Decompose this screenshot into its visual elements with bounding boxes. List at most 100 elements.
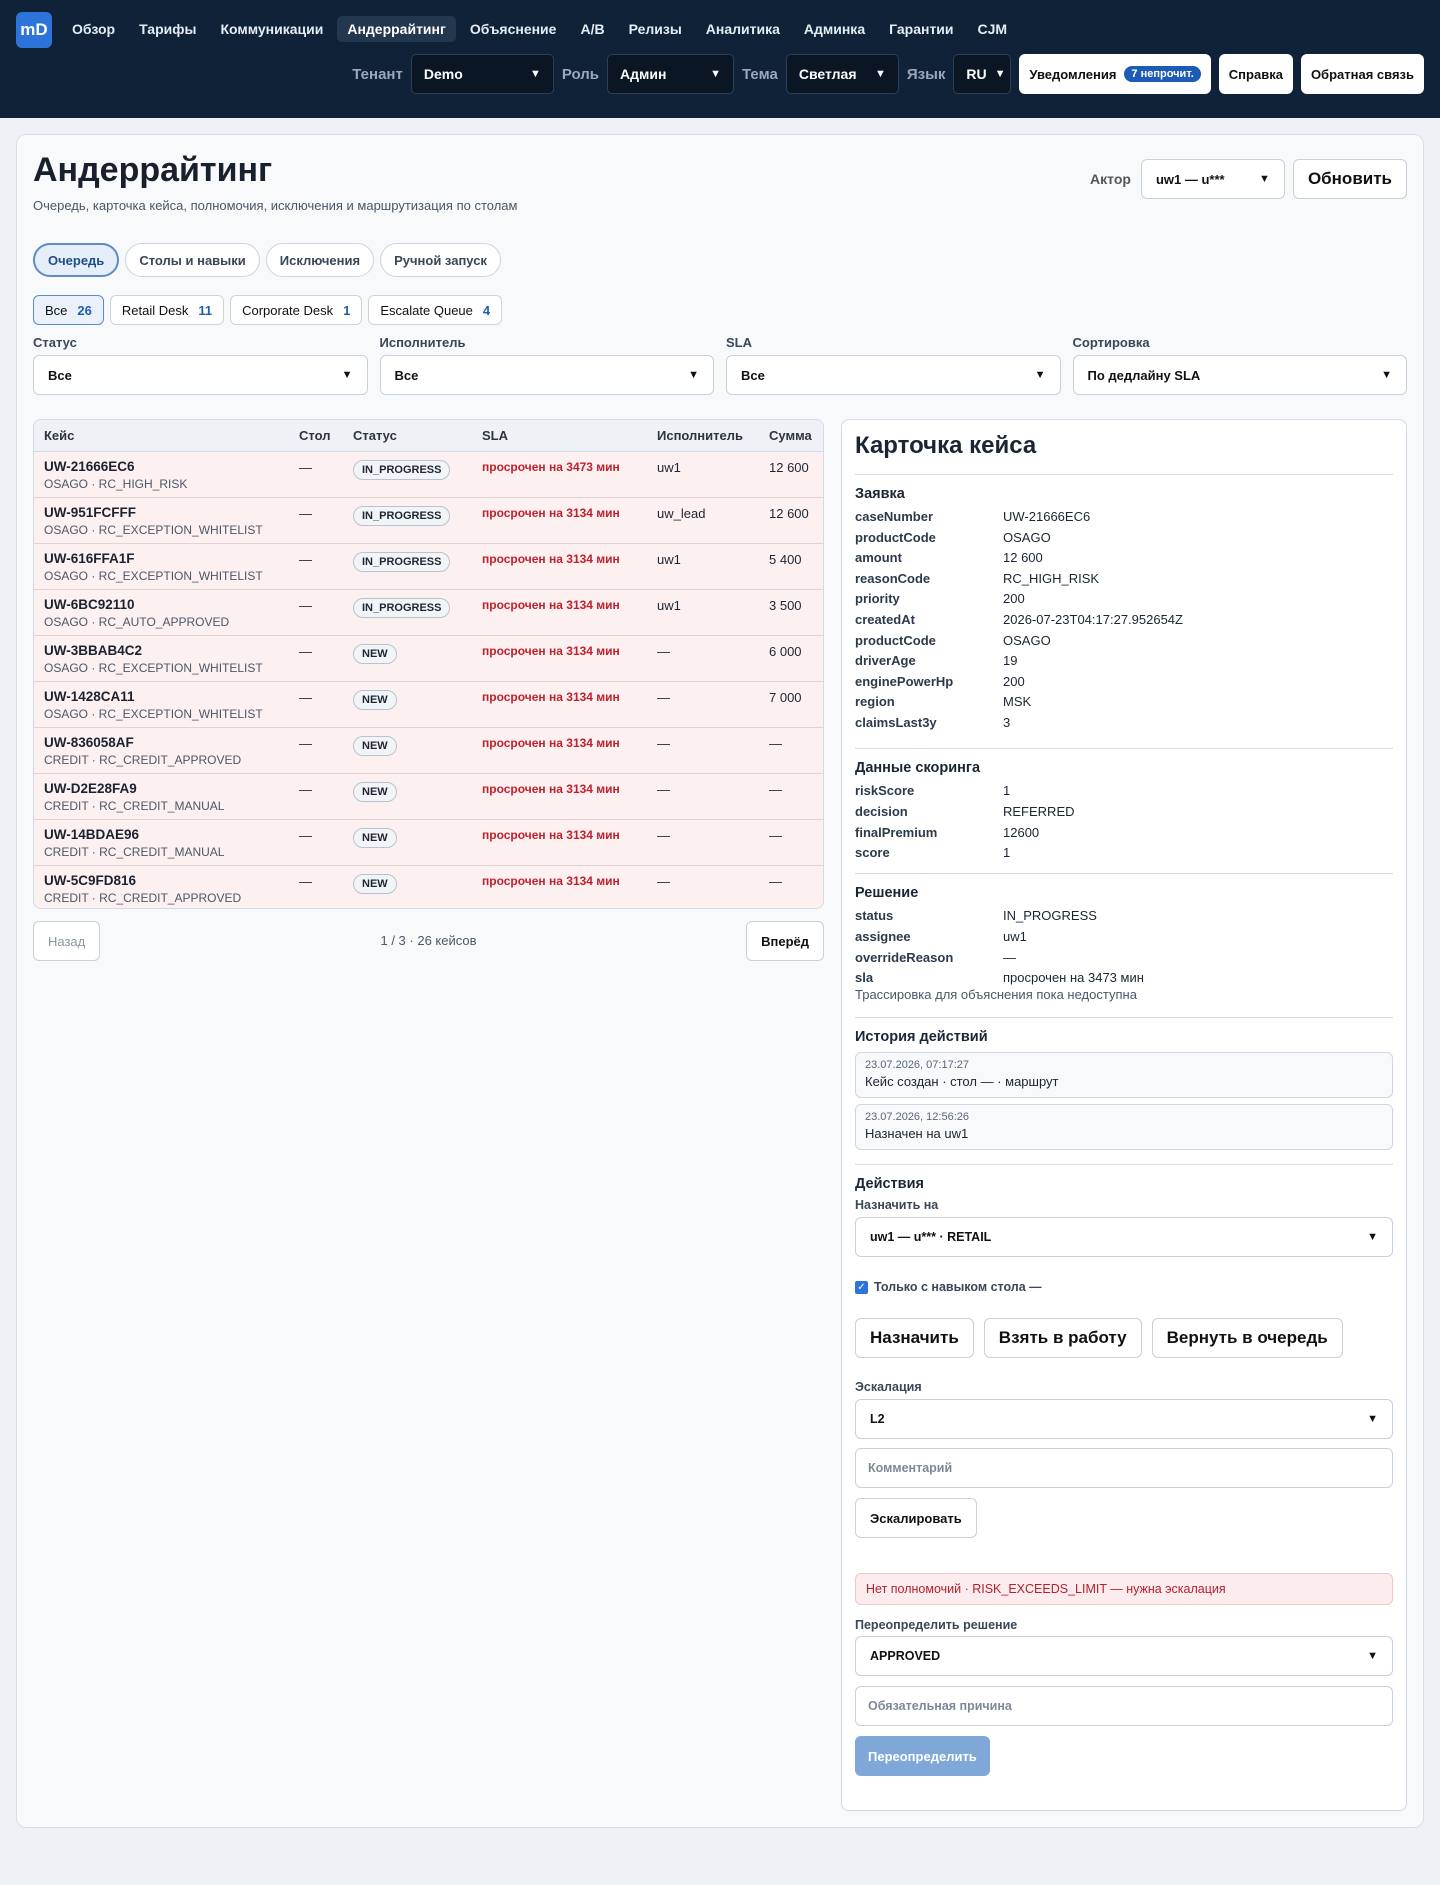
- comment-input[interactable]: Комментарий: [855, 1448, 1393, 1488]
- case-executor: —: [657, 782, 670, 797]
- override-reason-input[interactable]: Обязательная причина: [855, 1686, 1393, 1726]
- app-logo[interactable]: mD: [16, 12, 52, 48]
- override-label: Переопределить решение: [855, 1618, 1018, 1632]
- tab-desks-skills[interactable]: Столы и навыки: [125, 243, 260, 277]
- field-value: 3: [1003, 715, 1011, 730]
- escalation-select[interactable]: L2 ▼: [855, 1399, 1393, 1439]
- case-number[interactable]: UW-836058AF: [44, 735, 134, 750]
- field-value: OSAGO: [1003, 529, 1051, 545]
- field-value: 200: [1003, 673, 1025, 689]
- feedback-button[interactable]: Обратная связь: [1300, 54, 1424, 94]
- nav-item-explanation[interactable]: Объяснение: [460, 16, 567, 42]
- status-badge: NEW: [353, 828, 397, 848]
- case-desk: —: [299, 782, 312, 797]
- desk-count: 4: [482, 302, 491, 318]
- case-number[interactable]: UW-951FCFFF: [44, 505, 136, 520]
- section-tabs: Очередь Столы и навыки Исключения Ручной…: [33, 243, 501, 277]
- desk-chip-all[interactable]: Все 26: [33, 295, 104, 325]
- nav-item-cjm[interactable]: CJM: [968, 16, 1018, 42]
- col-header-executor: Исполнитель: [657, 428, 743, 443]
- col-header-amount: Сумма: [769, 428, 812, 443]
- override-decision-select[interactable]: APPROVED ▼: [855, 1636, 1393, 1676]
- table-row[interactable]: UW-951FCFFF OSAGO · RC_EXCEPTION_WHITELIS…: [34, 498, 823, 544]
- history-section-title: История действий: [855, 1029, 988, 1045]
- history-entry: 23.07.2026, 07:17:27 Кейс создан · стол …: [855, 1052, 1393, 1098]
- nav-item-underwriting[interactable]: Андеррайтинг: [337, 16, 456, 42]
- sort-select[interactable]: По дедлайну SLA ▼: [1072, 355, 1407, 395]
- table-row[interactable]: UW-836058AF CREDIT · RC_CREDIT_APPROVED — N…: [34, 728, 823, 774]
- override-button[interactable]: Переопределить: [855, 1736, 990, 1776]
- nav-item-admin[interactable]: Админка: [794, 16, 875, 42]
- nav-item-ab[interactable]: A/B: [570, 16, 614, 42]
- lang-select[interactable]: RU ▼: [953, 54, 1012, 94]
- case-amount: 7 000: [769, 690, 802, 705]
- case-desk: —: [299, 736, 312, 751]
- desk-chip-retail[interactable]: Retail Desk 11: [109, 295, 225, 325]
- escalate-button[interactable]: Эскалировать: [855, 1498, 977, 1538]
- case-amount: 6 000: [769, 644, 802, 659]
- desk-chip-escalate[interactable]: Escalate Queue 4: [368, 295, 503, 325]
- field-row: claimsLast3y 3: [855, 715, 1010, 730]
- skill-only-checkbox[interactable]: ✓ Только с навыком стола —: [855, 1280, 1042, 1294]
- case-number[interactable]: UW-1428CA11: [44, 689, 135, 704]
- case-number[interactable]: UW-14BDAE96: [44, 827, 139, 842]
- case-desk: —: [299, 644, 312, 659]
- desk-name: Escalate Queue: [380, 302, 473, 318]
- case-amount: 12 600: [769, 460, 809, 475]
- nav-item-tariffs[interactable]: Тарифы: [129, 16, 206, 42]
- table-row[interactable]: UW-6BC92110 OSAGO · RC_AUTO_APPROVED — IN_P…: [34, 590, 823, 636]
- case-number[interactable]: UW-D2E28FA9: [44, 781, 137, 796]
- executor-filter-select[interactable]: Все ▼: [379, 355, 714, 395]
- sla-filter-select[interactable]: Все ▼: [726, 355, 1061, 395]
- table-row[interactable]: UW-616FFA1F OSAGO · RC_EXCEPTION_WHITELIS…: [34, 544, 823, 590]
- status-filter-select[interactable]: Все ▼: [33, 355, 368, 395]
- case-number[interactable]: UW-3BBAB4C2: [44, 643, 142, 658]
- sla-overdue: просрочен на 3134 мин: [482, 736, 620, 750]
- case-product-reason: OSAGO · RC_EXCEPTION_WHITELIST: [44, 707, 263, 721]
- case-desk: —: [299, 460, 312, 475]
- table-row[interactable]: UW-5C9FD816 CREDIT · RC_CREDIT_APPROVED — N…: [34, 866, 823, 908]
- field-row: createdAt 2026-07-23T04:17:27.952654Z: [855, 612, 1183, 627]
- nav-item-guarantees[interactable]: Гарантии: [879, 16, 963, 42]
- table-row[interactable]: UW-21666EC6 OSAGO · RC_HIGH_RISK — IN_PROGR…: [34, 452, 823, 498]
- nav-item-releases[interactable]: Релизы: [619, 16, 692, 42]
- nav-item-communications[interactable]: Коммуникации: [210, 16, 333, 42]
- tab-manual-run[interactable]: Ручной запуск: [380, 243, 501, 277]
- case-amount: 3 500: [769, 598, 802, 613]
- role-select[interactable]: Админ ▼: [607, 54, 735, 94]
- desk-count: 26: [77, 302, 92, 318]
- field-row: riskScore 1: [855, 783, 1010, 798]
- table-row[interactable]: UW-D2E28FA9 CREDIT · RC_CREDIT_MANUAL — NEW…: [34, 774, 823, 820]
- notifications-button[interactable]: Уведомления 7 непрочит.: [1019, 54, 1211, 94]
- take-in-work-button[interactable]: Взять в работу: [983, 1318, 1142, 1358]
- table-row[interactable]: UW-1428CA11 OSAGO · RC_EXCEPTION_WHITELIS…: [34, 682, 823, 728]
- return-to-queue-button[interactable]: Вернуть в очередь: [1151, 1318, 1343, 1358]
- field-key: decision: [855, 803, 908, 819]
- table-row[interactable]: UW-14BDAE96 CREDIT · RC_CREDIT_MANUAL — NEW…: [34, 820, 823, 866]
- assignee-select[interactable]: uw1 — u*** · RETAIL ▼: [855, 1217, 1393, 1257]
- case-number[interactable]: UW-21666EC6: [44, 459, 135, 474]
- table-row[interactable]: UW-3BBAB4C2 OSAGO · RC_EXCEPTION_WHITELIS…: [34, 636, 823, 682]
- theme-select[interactable]: Светлая ▼: [785, 54, 899, 94]
- sla-overdue: просрочен на 3134 мин: [482, 506, 620, 520]
- case-number[interactable]: UW-5C9FD816: [44, 873, 136, 888]
- sla-overdue: просрочен на 3473 мин: [482, 460, 620, 474]
- refresh-button[interactable]: Обновить: [1292, 159, 1407, 199]
- tenant-select[interactable]: Demo ▼: [410, 54, 554, 94]
- divider: [855, 748, 1393, 749]
- case-number[interactable]: UW-616FFA1F: [44, 551, 135, 566]
- assign-button[interactable]: Назначить: [855, 1318, 974, 1358]
- tab-exceptions[interactable]: Исключения: [265, 243, 375, 277]
- nav-item-overview[interactable]: Обзор: [62, 16, 125, 42]
- help-button[interactable]: Справка: [1218, 54, 1293, 94]
- case-number[interactable]: UW-6BC92110: [44, 597, 135, 612]
- desk-chip-corporate[interactable]: Corporate Desk 1: [230, 295, 363, 325]
- sla-overdue: просрочен на 3134 мин: [482, 828, 620, 842]
- desk-name: Retail Desk: [121, 302, 189, 318]
- actor-select[interactable]: uw1 — u*** ▼: [1140, 159, 1285, 199]
- field-value: просрочен на 3473 мин: [1003, 970, 1144, 986]
- status-badge: NEW: [353, 874, 397, 894]
- nav-item-analytics[interactable]: Аналитика: [696, 16, 790, 42]
- next-page-button[interactable]: Вперёд: [746, 921, 824, 961]
- tab-queue[interactable]: Очередь: [33, 243, 120, 277]
